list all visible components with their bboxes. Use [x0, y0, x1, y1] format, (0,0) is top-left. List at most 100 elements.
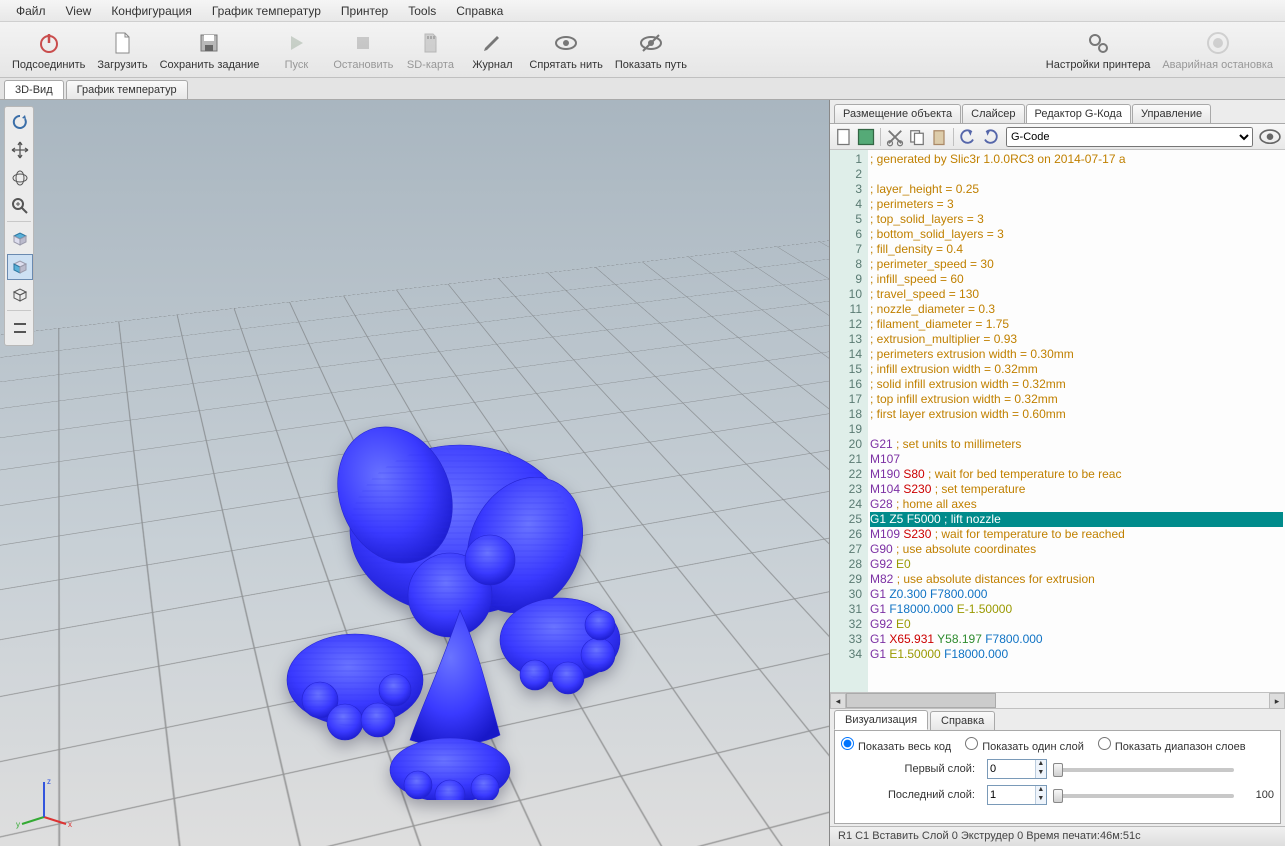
psettings-button[interactable]: Настройки принтера — [1040, 27, 1157, 73]
menu-справка[interactable]: Справка — [446, 2, 513, 20]
tool-label: Сохранить задание — [160, 59, 260, 71]
eyeoff-icon — [637, 29, 665, 57]
gcode-editor[interactable]: 1234567891011121314151617181920212223242… — [830, 150, 1285, 692]
zoom-icon[interactable] — [7, 193, 33, 219]
tool-label: Спрятать нить — [529, 59, 602, 71]
view-tab-1[interactable]: График температур — [66, 80, 188, 99]
last-layer-slider[interactable] — [1053, 786, 1234, 804]
gears-icon — [1084, 29, 1112, 57]
tool-label: SD-карта — [407, 59, 454, 71]
right-panel: Размещение объектаСлайсерРедактор G-Кода… — [830, 100, 1285, 846]
tool-label: Показать путь — [615, 59, 687, 71]
right-tab-0[interactable]: Размещение объекта — [834, 104, 961, 123]
menu-график температур[interactable]: График температур — [202, 2, 331, 20]
axis-gizmo: x y z — [14, 772, 74, 832]
viz-tabs: ВизуализацияСправка — [830, 708, 1285, 730]
menu-файл[interactable]: Файл — [6, 2, 56, 20]
menubar: ФайлViewКонфигурацияГрафик температурПри… — [0, 0, 1285, 22]
hide-button[interactable]: Спрятать нить — [523, 27, 608, 73]
status-bar: R1 C1 Вставить Слой 0 Экструдер 0 Время … — [830, 826, 1285, 846]
paste-icon[interactable] — [929, 127, 949, 147]
spin-up-icon[interactable]: ▲ — [1036, 760, 1046, 769]
save-button[interactable]: Сохранить задание — [154, 27, 266, 73]
menu-конфигурация[interactable]: Конфигурация — [101, 2, 202, 20]
first-layer-input[interactable]: ▲▼ — [987, 759, 1047, 779]
start-button: Пуск — [265, 27, 327, 73]
menu-tools[interactable]: Tools — [398, 2, 446, 20]
svg-text:z: z — [47, 777, 51, 786]
tool-label: Подсоединить — [12, 59, 85, 71]
connect-button[interactable]: Подсоединить — [6, 27, 91, 73]
svg-text:y: y — [16, 820, 20, 829]
log-button[interactable]: Журнал — [461, 27, 523, 73]
last-layer-max: 100 — [1240, 789, 1274, 801]
pen-icon — [478, 29, 506, 57]
move-icon[interactable] — [7, 137, 33, 163]
spin-down-icon[interactable]: ▼ — [1036, 769, 1046, 778]
spin-up-icon[interactable]: ▲ — [1036, 786, 1046, 795]
first-layer-label: Первый слой: — [841, 763, 981, 775]
right-tab-3[interactable]: Управление — [1132, 104, 1211, 123]
editor-toolbar: G-Code — [830, 124, 1285, 150]
viz-panel: Показать весь код Показать один слой Показ… — [834, 730, 1281, 824]
sd-icon — [416, 29, 444, 57]
undo-icon[interactable] — [958, 127, 978, 147]
file-icon — [108, 29, 136, 57]
viz-radio-1[interactable]: Показать один слой — [965, 737, 1084, 753]
language-select[interactable]: G-Code — [1006, 127, 1253, 147]
view-tab-0[interactable]: 3D-Вид — [4, 80, 64, 99]
eye-icon — [552, 29, 580, 57]
play-icon — [282, 29, 310, 57]
parallel-icon[interactable] — [7, 315, 33, 341]
tool-label: Журнал — [472, 59, 512, 71]
model-preview — [250, 380, 670, 800]
new-icon[interactable] — [834, 127, 854, 147]
menu-принтер[interactable]: Принтер — [331, 2, 398, 20]
menu-view[interactable]: View — [56, 2, 102, 20]
stop-icon — [349, 29, 377, 57]
estop-button: Аварийная остановка — [1156, 27, 1279, 73]
viz-tab-0[interactable]: Визуализация — [834, 710, 928, 730]
right-tab-1[interactable]: Слайсер — [962, 104, 1024, 123]
main-toolbar: Подсоединить Загрузить Сохранить задание Пу… — [0, 22, 1285, 78]
sd-button: SD-карта — [399, 27, 461, 73]
load-button[interactable]: Загрузить — [91, 27, 153, 73]
viz-radio-0[interactable]: Показать весь код — [841, 737, 951, 753]
cube-top-icon[interactable] — [7, 226, 33, 252]
svg-text:x: x — [68, 820, 72, 829]
tool-label: Загрузить — [97, 59, 147, 71]
copy-icon[interactable] — [907, 127, 927, 147]
right-tabs: Размещение объектаСлайсерРедактор G-Кода… — [830, 102, 1285, 124]
horizontal-scrollbar[interactable]: ◂ ▸ — [830, 692, 1285, 708]
last-layer-input[interactable]: ▲▼ — [987, 785, 1047, 805]
refresh-icon[interactable] — [7, 109, 33, 135]
power-icon — [35, 29, 63, 57]
cube-iso-icon[interactable] — [7, 282, 33, 308]
tool-label: Аварийная остановка — [1162, 59, 1273, 71]
first-layer-slider[interactable] — [1053, 760, 1234, 778]
scroll-left-icon[interactable]: ◂ — [830, 693, 846, 709]
cut-icon[interactable] — [885, 127, 905, 147]
spin-down-icon[interactable]: ▼ — [1036, 795, 1046, 804]
stop-button: Остановить — [327, 27, 399, 73]
viz-radio-2[interactable]: Показать диапазон слоев — [1098, 737, 1246, 753]
right-tab-2[interactable]: Редактор G-Кода — [1026, 104, 1131, 123]
cube-front-icon[interactable] — [7, 254, 33, 280]
tool-label: Пуск — [285, 59, 309, 71]
preview-eye-icon[interactable] — [1259, 127, 1281, 147]
rotate-icon[interactable] — [7, 165, 33, 191]
estop-icon — [1204, 29, 1232, 57]
save-icon[interactable] — [856, 127, 876, 147]
tool-label: Остановить — [333, 59, 393, 71]
redo-icon[interactable] — [980, 127, 1000, 147]
viewport-toolbar — [4, 106, 34, 346]
path-button[interactable]: Показать путь — [609, 27, 693, 73]
view-tabs: 3D-ВидГрафик температур — [0, 78, 1285, 100]
tool-label: Настройки принтера — [1046, 59, 1151, 71]
last-layer-label: Последний слой: — [841, 789, 981, 801]
viewport-pane: x y z — [0, 100, 830, 846]
scroll-right-icon[interactable]: ▸ — [1269, 693, 1285, 709]
viz-tab-1[interactable]: Справка — [930, 711, 995, 730]
3d-viewport[interactable]: x y z — [0, 100, 829, 846]
save-icon — [195, 29, 223, 57]
